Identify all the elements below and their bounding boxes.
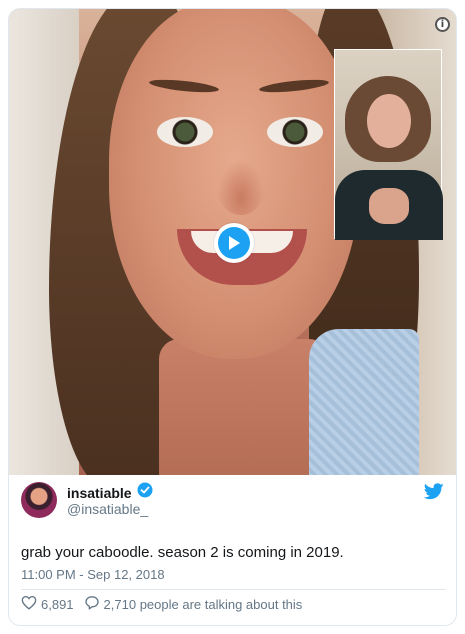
handle[interactable]: @insatiable_	[67, 501, 148, 517]
divider	[21, 589, 446, 590]
speech-bubble-icon[interactable]	[84, 595, 100, 613]
tweet-text: grab your caboodle. season 2 is coming i…	[21, 544, 344, 561]
play-icon[interactable]	[218, 227, 250, 259]
verified-badge-icon	[137, 482, 153, 503]
play-button[interactable]	[214, 223, 254, 263]
twitter-bird-icon[interactable]	[423, 483, 444, 505]
heart-icon[interactable]	[21, 595, 37, 613]
tweet-header: insatiable @insatiable_	[21, 482, 446, 522]
avatar[interactable]	[21, 482, 57, 518]
conversation-link[interactable]: 2,710 people are talking about this	[84, 595, 303, 613]
eye	[267, 117, 323, 147]
pip-face	[367, 94, 411, 148]
like-count: 6,891	[41, 596, 74, 612]
tweet-actions: 6,891 2,710 people are talking about thi…	[21, 593, 312, 615]
video-thumbnail[interactable]: i	[9, 9, 456, 475]
conversation-text[interactable]: 2,710 people are talking about this	[104, 597, 303, 612]
neck	[159, 339, 329, 475]
pip-hand	[369, 188, 409, 224]
tweet-card: i insatiable @insatiable_ grab your cabo…	[8, 8, 457, 626]
shirt	[309, 329, 419, 475]
nose	[217, 159, 265, 215]
like-button[interactable]: 6,891	[21, 595, 74, 613]
author-row: insatiable	[67, 482, 153, 503]
eye	[157, 117, 213, 147]
timestamp[interactable]: 11:00 PM - Sep 12, 2018	[21, 567, 165, 582]
picture-in-picture-inset	[334, 49, 443, 240]
info-icon[interactable]: i	[435, 17, 450, 32]
display-name[interactable]: insatiable	[67, 485, 132, 501]
